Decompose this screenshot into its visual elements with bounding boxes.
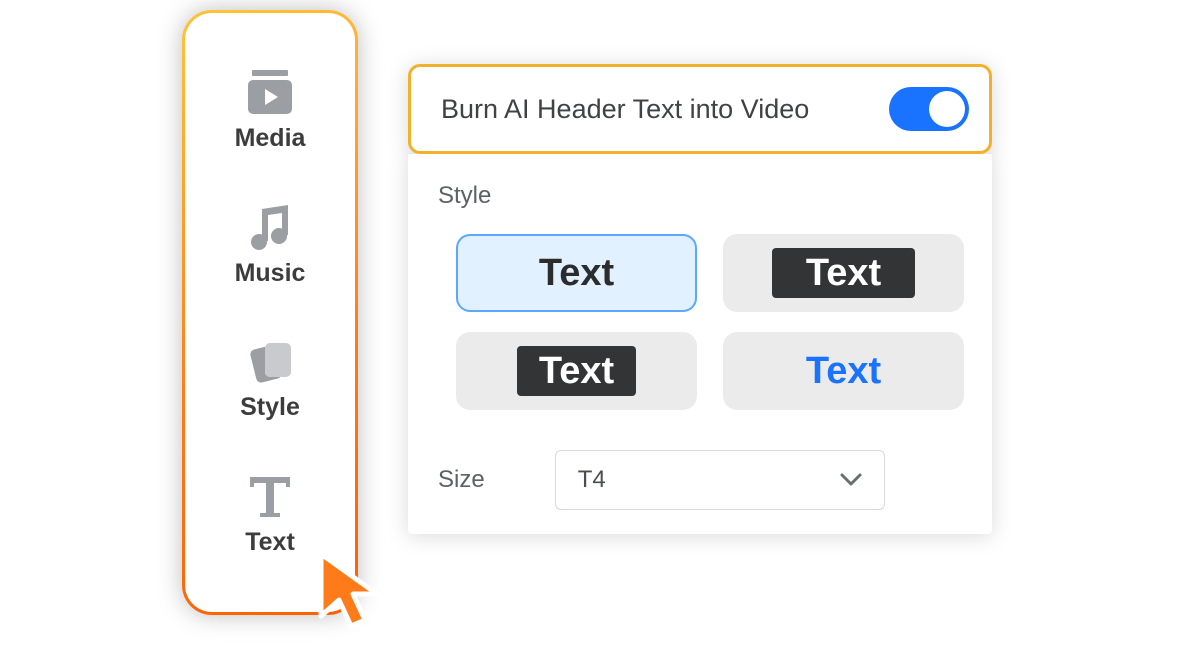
style-swatch-label: Text: [772, 248, 915, 298]
sidebar-item-label: Media: [235, 124, 306, 153]
sidebar-item-label: Style: [240, 393, 300, 422]
sidebar-item-music[interactable]: Music: [235, 203, 306, 288]
text-settings-panel: Burn AI Header Text into Video Style Tex…: [408, 64, 992, 534]
style-swatch-dark-narrow[interactable]: Text: [456, 332, 697, 410]
burn-header-toggle-row: Burn AI Header Text into Video: [408, 64, 992, 154]
toggle-thumb: [929, 91, 965, 127]
size-select[interactable]: T4: [555, 450, 885, 510]
size-label: Size: [438, 466, 485, 494]
size-row: Size T4: [438, 450, 970, 510]
style-swatch-label: Text: [539, 252, 614, 295]
sidebar-item-media[interactable]: Media: [235, 68, 306, 153]
burn-header-toggle-label: Burn AI Header Text into Video: [441, 94, 809, 125]
burn-header-toggle[interactable]: [889, 87, 969, 131]
size-select-value: T4: [578, 466, 606, 494]
style-section-label: Style: [438, 182, 970, 210]
sidebar-item-label: Music: [235, 259, 306, 288]
chevron-down-icon: [840, 466, 862, 494]
style-swatch-plain[interactable]: Text: [456, 234, 697, 312]
sidebar-item-style[interactable]: Style: [240, 337, 300, 422]
style-swatch-label: Text: [806, 350, 881, 393]
style-icon: [242, 337, 298, 385]
style-swatch-blue[interactable]: Text: [723, 332, 964, 410]
text-icon: [242, 472, 298, 520]
sidebar-item-text[interactable]: Text: [242, 472, 298, 557]
style-swatch-label: Text: [517, 346, 636, 396]
sidebar: Media Music: [182, 10, 358, 615]
media-icon: [242, 68, 298, 116]
style-swatch-dark-wide[interactable]: Text: [723, 234, 964, 312]
music-icon: [242, 203, 298, 251]
style-swatch-grid: Text Text Text Text: [438, 234, 970, 410]
sidebar-item-label: Text: [245, 528, 295, 557]
